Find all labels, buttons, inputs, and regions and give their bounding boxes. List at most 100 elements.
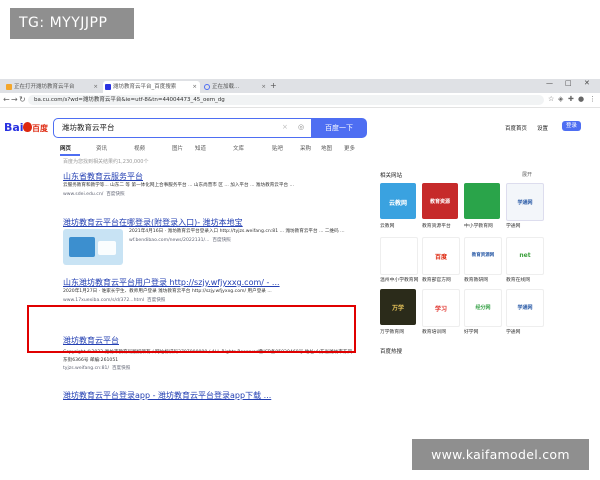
site-tile[interactable]: 云教网 bbox=[380, 183, 416, 219]
tab-favicon-icon bbox=[6, 83, 12, 90]
tab-map[interactable]: 地图 bbox=[321, 144, 332, 152]
site-tile[interactable]: 教育资源 bbox=[422, 183, 458, 219]
site-label[interactable]: 教育在线网 bbox=[506, 276, 530, 283]
tab-wenku[interactable]: 文库 bbox=[233, 144, 244, 152]
profile-icon[interactable]: ● bbox=[578, 95, 584, 103]
result-url[interactable]: wf.bendibao.com/news/2022131/... bbox=[129, 238, 209, 243]
site-tile[interactable]: 学通网 bbox=[506, 183, 544, 221]
overlay-tag: TG: MYYJJPP bbox=[10, 8, 134, 39]
tab-web[interactable]: 网页 bbox=[60, 144, 71, 152]
forward-icon[interactable]: → bbox=[11, 95, 18, 104]
close-icon[interactable]: × bbox=[261, 81, 266, 93]
new-tab-button[interactable]: + bbox=[270, 81, 277, 90]
window-close-button[interactable]: ✕ bbox=[584, 79, 590, 87]
close-icon[interactable]: × bbox=[192, 81, 197, 93]
settings-link[interactable]: 设置 bbox=[537, 124, 548, 132]
watermark: www.kaifamodel.com bbox=[412, 439, 589, 470]
tab-images[interactable]: 图片 bbox=[172, 144, 183, 152]
tab-caigou[interactable]: 采购 bbox=[300, 144, 311, 152]
result-snippet: 2020年1月27日 · 谁家长学生、教师用户登录 潍坊教育云平台 http:/… bbox=[63, 289, 272, 294]
result-url[interactable]: www.17xuexiba.com/s/d/372...html bbox=[63, 298, 144, 303]
site-label[interactable]: 中小学教育网 bbox=[464, 222, 493, 229]
site-label[interactable]: 教育资源平台 bbox=[422, 222, 451, 229]
menu-icon[interactable]: ⋮ bbox=[589, 95, 596, 103]
login-button[interactable]: 登录 bbox=[562, 121, 581, 131]
result-url[interactable]: tyjzs.weifang.cn:81/ bbox=[63, 366, 109, 371]
site-label[interactable]: 教育培训网 bbox=[422, 328, 446, 335]
puzzle-icon[interactable]: ✚ bbox=[568, 95, 574, 103]
site-label[interactable]: 云教网 bbox=[380, 222, 394, 229]
snapshot-link[interactable]: 百度快照 bbox=[106, 192, 124, 197]
site-tile[interactable]: net bbox=[506, 237, 544, 275]
address-bar-row: ← → ↻ ba.cu.com/s?wd=潍坊教育云平台&ie=utf-8&tn… bbox=[0, 93, 600, 108]
site-tile[interactable] bbox=[464, 183, 500, 219]
baidu-home-link[interactable]: 百度首页 bbox=[505, 124, 527, 132]
camera-icon[interactable]: ◎ bbox=[298, 123, 304, 131]
result-title[interactable]: 山东潍坊教育云平台用户登录 http://szjy.wfjyxxg.com/ -… bbox=[63, 277, 353, 288]
keyboard-icon[interactable]: × bbox=[282, 123, 288, 131]
result-item: 山东潍坊教育云平台用户登录 http://szjy.wfjyxxg.com/ -… bbox=[63, 277, 353, 303]
tab-news[interactable]: 资讯 bbox=[96, 144, 107, 152]
result-snippet: 2021年4月16日 · 潍坊教育云平台登录入口 http://tyjzs.we… bbox=[129, 229, 345, 234]
site-tile[interactable]: 百度 bbox=[422, 237, 460, 275]
result-item: 潍坊教育云平台登录app - 潍坊教育云平台登录app下载 ... bbox=[63, 390, 353, 401]
result-url[interactable]: www.sdei.edu.cn/ bbox=[63, 192, 103, 197]
tab-favicon-icon bbox=[105, 83, 111, 90]
site-label[interactable]: 学通网 bbox=[506, 222, 520, 229]
result-title[interactable]: 潍坊教育云平台在哪登录(附登录入口)- 潍坊本地宝 bbox=[63, 217, 353, 228]
site-tile[interactable]: 学习 bbox=[422, 289, 460, 327]
site-tile[interactable] bbox=[380, 237, 418, 275]
result-item: 潍坊教育云平台在哪登录(附登录入口)- 潍坊本地宝 2021年4月16日 · 潍… bbox=[63, 217, 353, 265]
tab-2[interactable]: 潍坊教育云平台_百度搜索 × bbox=[103, 81, 200, 93]
site-label[interactable]: 温州中小学教育网 bbox=[380, 276, 418, 283]
snapshot-link[interactable]: 百度快照 bbox=[112, 366, 130, 371]
tab-3[interactable]: 正在加载... × bbox=[202, 81, 269, 93]
site-tile[interactable]: 教育资源网 bbox=[464, 237, 502, 275]
baidu-logo[interactable]: Bai 百度 bbox=[4, 120, 50, 136]
result-title[interactable]: 潍坊教育云平台登录app - 潍坊教育云平台登录app下载 ... bbox=[63, 390, 353, 401]
back-icon[interactable]: ← bbox=[3, 95, 10, 104]
tab-zhidao[interactable]: 知道 bbox=[195, 144, 206, 152]
search-box[interactable]: 潍坊教育云平台 × ◎ bbox=[53, 118, 312, 138]
result-count: 百度为您找到相关结果约1,230,000个 bbox=[63, 159, 149, 165]
minimize-button[interactable]: — bbox=[546, 79, 553, 87]
url-field[interactable]: ba.cu.com/s?wd=潍坊教育云平台&ie=utf-8&tn=44004… bbox=[28, 95, 544, 105]
site-label[interactable]: 万学教育网 bbox=[380, 328, 404, 335]
tab-strip: 正在打开潍坊教育云平台 × 潍坊教育云平台_百度搜索 × 正在加载... × +… bbox=[0, 79, 600, 93]
site-label[interactable]: 学通网 bbox=[506, 328, 520, 335]
maximize-button[interactable]: □ bbox=[565, 79, 572, 87]
tab-video[interactable]: 视频 bbox=[134, 144, 145, 152]
result-item: 山东省教育云服务平台 云服务教育和教学等... 山东二 等 第一体化网上合事服务… bbox=[63, 171, 353, 197]
highlight-box bbox=[27, 305, 356, 353]
hot-search-heading: 百度热搜 bbox=[380, 349, 403, 355]
expand-link[interactable]: 展开 bbox=[522, 171, 532, 178]
site-label[interactable]: 教育部官方网 bbox=[422, 276, 451, 283]
site-label[interactable]: 教育教研网 bbox=[464, 276, 488, 283]
paw-icon bbox=[23, 122, 32, 132]
related-sites-heading: 相关网站 bbox=[380, 173, 403, 179]
snapshot-link[interactable]: 百度快照 bbox=[147, 298, 165, 303]
logo-text: Bai bbox=[4, 121, 24, 134]
tab-2-label: 潍坊教育云平台_百度搜索 bbox=[113, 84, 177, 90]
site-label[interactable]: 好学网 bbox=[464, 328, 478, 335]
site-tile[interactable]: 学通网 bbox=[506, 289, 544, 327]
result-snippet: 云服务教育和教学等... 山东二 等 第一体化网上合事服务平台 ... 山东尚营… bbox=[63, 183, 294, 188]
tab-more[interactable]: 更多 bbox=[344, 144, 355, 152]
search-button[interactable]: 百度一下 bbox=[311, 118, 367, 138]
active-tab-indicator bbox=[60, 154, 80, 156]
extension-icon[interactable]: ◈ bbox=[558, 95, 563, 103]
tab-tieba[interactable]: 贴吧 bbox=[272, 144, 283, 152]
result-title[interactable]: 山东省教育云服务平台 bbox=[63, 171, 353, 182]
reload-icon[interactable]: ↻ bbox=[19, 95, 26, 104]
result-thumbnail[interactable] bbox=[63, 229, 123, 265]
tab-1-label: 正在打开潍坊教育云平台 bbox=[14, 84, 75, 90]
search-input[interactable]: 潍坊教育云平台 bbox=[62, 119, 115, 137]
close-icon[interactable]: × bbox=[93, 81, 98, 93]
star-icon[interactable]: ☆ bbox=[548, 95, 554, 103]
logo-du: 百度 bbox=[32, 124, 48, 133]
site-tile[interactable]: 经分网 bbox=[464, 289, 502, 327]
loading-icon bbox=[204, 83, 210, 90]
tab-1[interactable]: 正在打开潍坊教育云平台 × bbox=[4, 81, 101, 93]
site-tile[interactable]: 万学 bbox=[380, 289, 416, 325]
snapshot-link[interactable]: 百度快照 bbox=[212, 238, 230, 243]
